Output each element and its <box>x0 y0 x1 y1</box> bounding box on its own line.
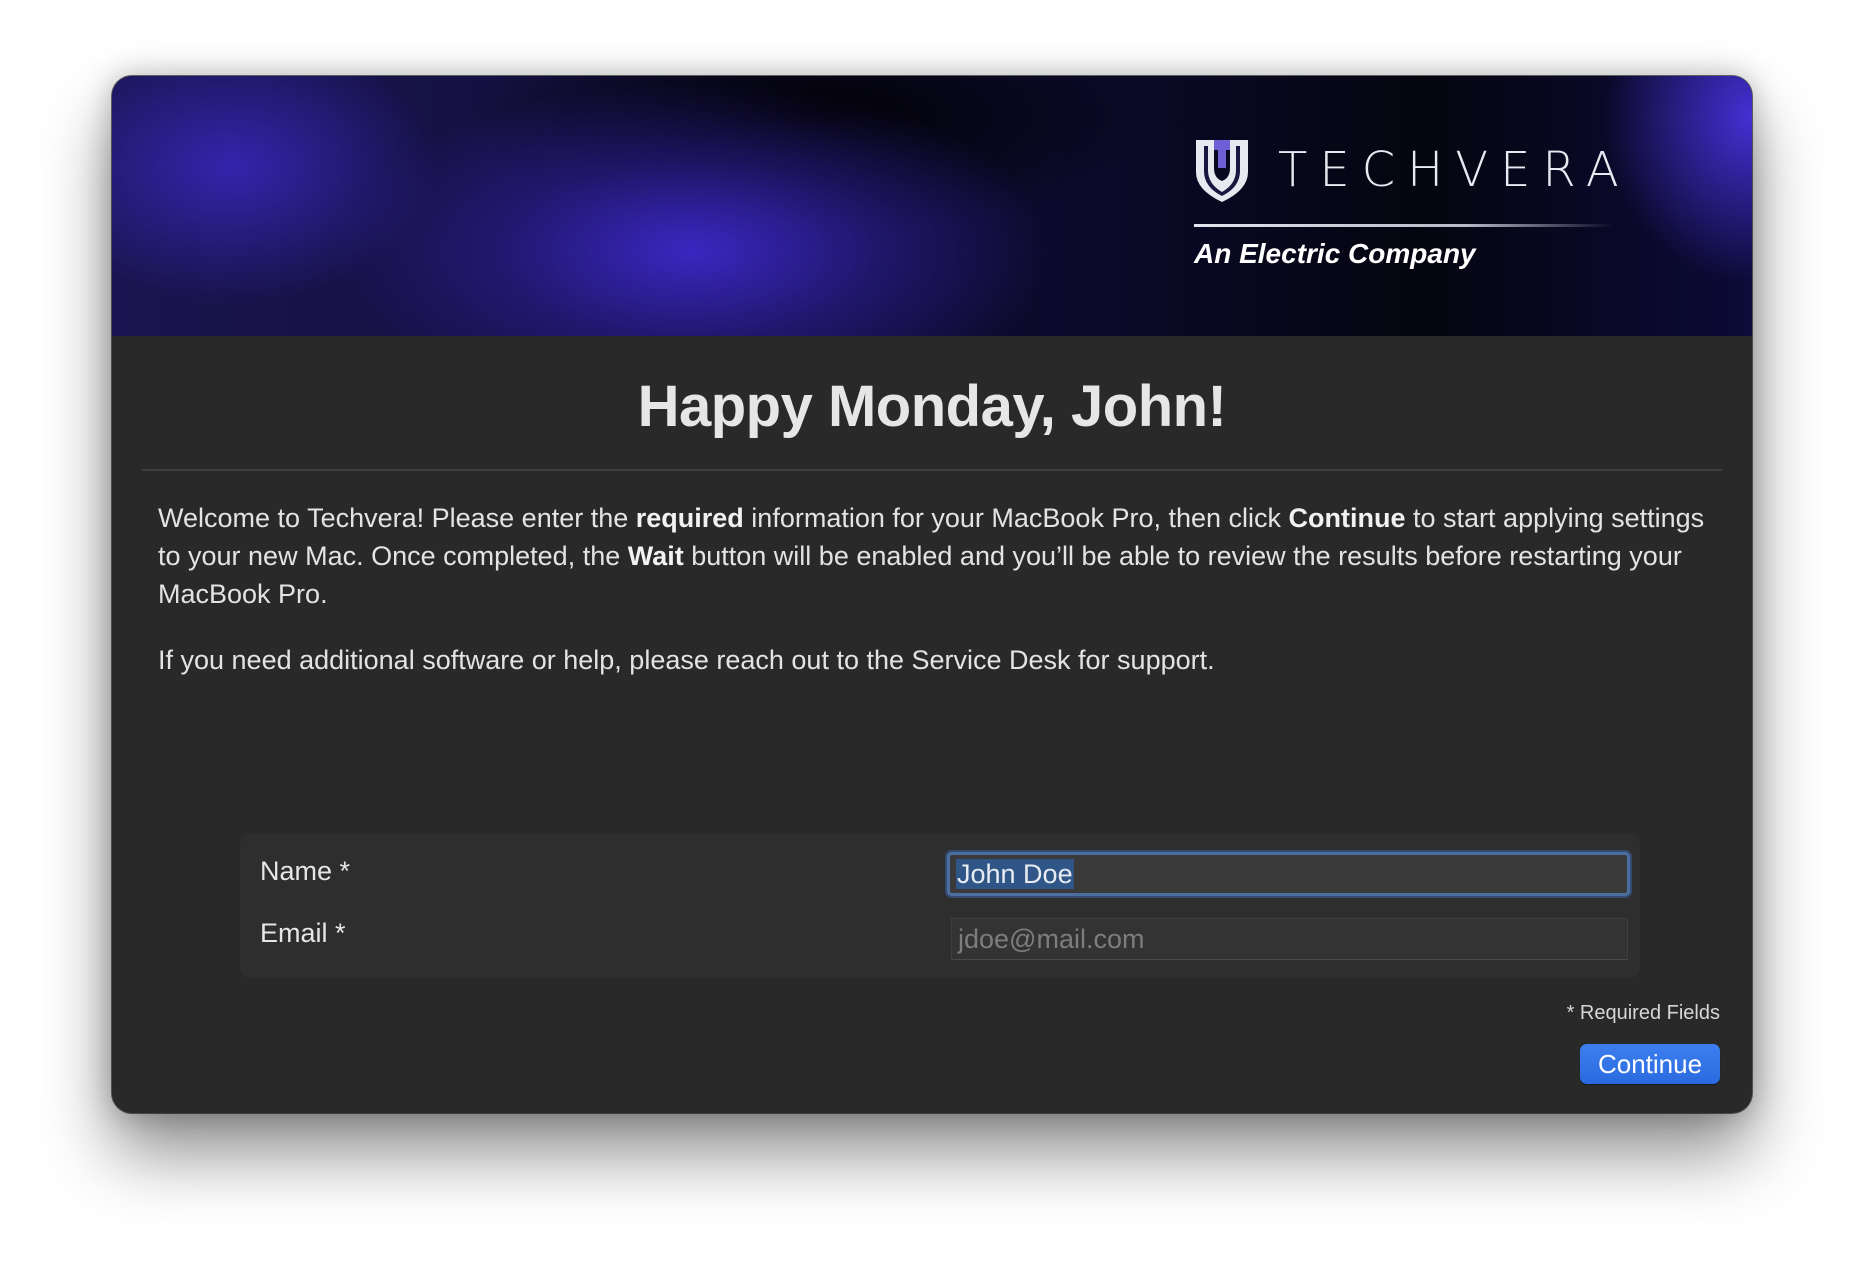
intro-text: information for your MacBook Pro, then c… <box>743 503 1289 533</box>
name-label: Name * <box>260 856 351 886</box>
techvera-shield-icon <box>1196 140 1248 202</box>
email-label: Email * <box>260 918 346 948</box>
brand-banner: TECHVERA An Electric Company <box>112 76 1752 336</box>
required-fields-note: * Required Fields <box>1566 1002 1720 1024</box>
intro-bold-continue: Continue <box>1288 503 1406 533</box>
name-field[interactable]: John Doe <box>947 852 1630 896</box>
brand-rule <box>1194 224 1614 227</box>
email-field-placeholder: jdoe@mail.com <box>958 924 1145 954</box>
name-field-value: John Doe <box>956 859 1074 889</box>
onboarding-window: TECHVERA An Electric Company Happy Monda… <box>112 76 1752 1113</box>
brand-wordmark: TECHVERA <box>1278 142 1631 198</box>
greeting-title: Happy Monday, John! <box>637 374 1227 439</box>
intro-bold-wait: Wait <box>627 541 684 571</box>
intro-text: Welcome to Techvera! Please enter the <box>158 503 636 533</box>
title-divider <box>142 469 1722 471</box>
intro-bold-required: required <box>635 503 744 533</box>
intro-paragraph: Welcome to Techvera! Please enter the re… <box>158 499 1728 613</box>
continue-button[interactable]: Continue <box>1580 1044 1720 1084</box>
brand-tagline: An Electric Company <box>1194 238 1476 269</box>
user-info-form: Name * John Doe Email * jdoe@mail.com <box>240 834 1640 978</box>
techvera-logo: TECHVERA An Electric Company <box>1194 138 1634 278</box>
email-field[interactable]: jdoe@mail.com <box>951 918 1628 960</box>
help-paragraph: If you need additional software or help,… <box>158 645 1215 675</box>
